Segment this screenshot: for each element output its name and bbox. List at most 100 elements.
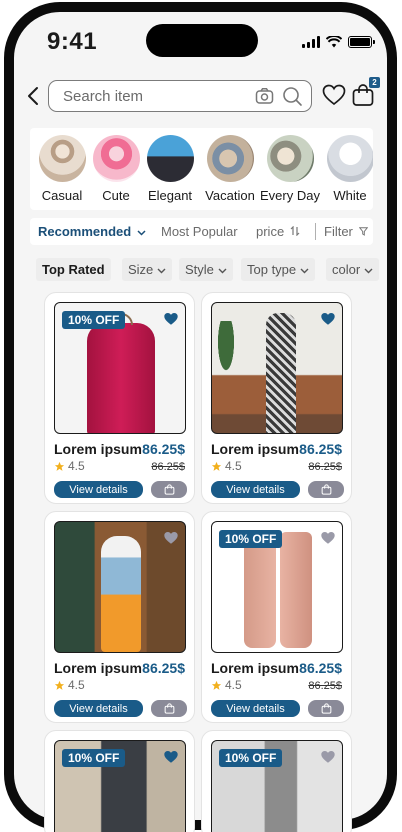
search-input[interactable]: Search item [63,88,247,105]
plant-shape [212,321,240,391]
camera-icon [255,88,274,104]
heart-outline-icon [322,84,346,106]
discount-badge: 10% OFF [62,311,126,329]
status-time: 9:41 [47,28,98,55]
heart-outline-icon [321,750,335,763]
sort-recommended[interactable]: Recommended [38,224,146,239]
category-casual[interactable]: Casual [32,135,92,203]
product-card[interactable]: 10% OFF Lorem ipsum 86.25$ 4.5 86.25$ Vi… [44,292,195,504]
shopping-bag-icon [321,703,331,714]
camera-search-button[interactable] [255,87,274,105]
product-price: 86.25$ [299,660,342,676]
chip-color[interactable]: color [326,258,379,281]
product-price: 86.25$ [142,660,185,676]
product-name: Lorem ipsum [54,660,142,676]
category-casual-photo [38,135,86,182]
search-icon [283,86,302,106]
add-to-cart-button[interactable] [151,700,187,717]
chip-top-type-label: Top type [247,262,297,277]
shopping-bag-icon [164,703,174,714]
category-label: Casual [41,188,83,203]
cart-button[interactable]: 2 [352,77,380,112]
category-label: White [333,188,367,203]
heart-filled-icon [164,312,178,325]
shopping-bag-icon [321,484,331,495]
favorite-button[interactable] [320,312,336,331]
shopping-bag-icon [164,484,174,495]
product-rating: 4.5 [211,459,242,473]
old-price: 86.25$ [151,461,185,473]
category-white[interactable]: White [320,135,373,203]
product-card[interactable]: 10% OFF Lorem ipsum 86.25$ 4.5 86.25$ Vi… [201,511,352,723]
category-elegant[interactable]: Elegant [140,135,200,203]
sort-arrows-icon [290,225,300,237]
rating-value: 4.5 [225,459,242,473]
product-image [54,521,186,653]
sort-price[interactable]: price [256,224,300,239]
cart-count-badge: 2 [369,77,380,88]
wishlist-button[interactable] [322,84,346,111]
filter-button[interactable]: Filter [324,224,368,239]
product-card[interactable]: 10% OFF [201,730,352,832]
product-image: 10% OFF [211,740,343,832]
category-cute[interactable]: Cute [86,135,146,203]
favorite-button[interactable] [320,750,336,769]
rating-value: 4.5 [68,459,85,473]
add-to-cart-button[interactable] [308,481,344,498]
search-button[interactable] [282,86,303,107]
chip-style-label: Style [185,262,214,277]
chevron-down-icon [300,268,309,274]
category-label: Every Day [260,188,320,203]
product-image: 10% OFF [211,521,343,653]
filter-label: Filter [324,224,353,239]
wifi-icon [326,36,342,48]
filter-chips: Top Rated Size Style Top type color [36,258,379,282]
favorite-button[interactable] [320,531,336,550]
chevron-down-icon [218,268,227,274]
star-icon [211,461,222,471]
chevron-down-icon [137,230,146,236]
category-vacation[interactable]: Vacation [200,135,260,203]
star-icon [54,680,65,690]
product-card[interactable]: Lorem ipsum 86.25$ 4.5 View details [44,511,195,723]
favorite-button[interactable] [163,531,179,550]
old-price: 86.25$ [308,461,342,473]
blazer-shape [87,323,155,433]
view-details-button[interactable]: View details [54,700,143,717]
chip-top-rated[interactable]: Top Rated [36,258,111,281]
chip-size[interactable]: Size [122,258,172,281]
product-image: 10% OFF [54,302,186,434]
back-button[interactable] [22,80,44,112]
sort-price-label: price [256,224,285,239]
view-details-button[interactable]: View details [211,481,300,498]
category-vacation-photo [206,135,254,182]
chevron-down-icon [157,268,166,274]
chevron-down-icon [364,268,373,274]
search-bar[interactable]: Search item [48,80,312,112]
product-rating: 4.5 [54,678,85,692]
product-card[interactable]: 10% OFF [44,730,195,832]
dynamic-island [146,24,258,57]
add-to-cart-button[interactable] [151,481,187,498]
category-label: Elegant [147,188,193,203]
favorite-button[interactable] [163,750,179,769]
category-every-day[interactable]: Every Day [260,135,320,203]
status-icons [302,36,375,48]
chip-style[interactable]: Style [179,258,233,281]
sort-most-popular[interactable]: Most Popular [161,224,238,239]
category-label: Vacation [205,188,255,203]
add-to-cart-button[interactable] [308,700,344,717]
chip-top-type[interactable]: Top type [241,258,315,281]
view-details-button[interactable]: View details [211,700,300,717]
product-card[interactable]: Lorem ipsum 86.25$ 4.5 86.25$ View detai… [201,292,352,504]
product-name: Lorem ipsum [211,660,299,676]
chip-color-label: color [332,262,361,277]
discount-badge: 10% OFF [219,749,283,767]
old-price: 86.25$ [308,680,342,692]
model-shape [101,536,141,652]
view-details-button[interactable]: View details [54,481,143,498]
heart-filled-icon [321,312,335,325]
category-label: Cute [102,188,130,203]
favorite-button[interactable] [163,312,179,331]
product-price: 86.25$ [142,441,185,457]
